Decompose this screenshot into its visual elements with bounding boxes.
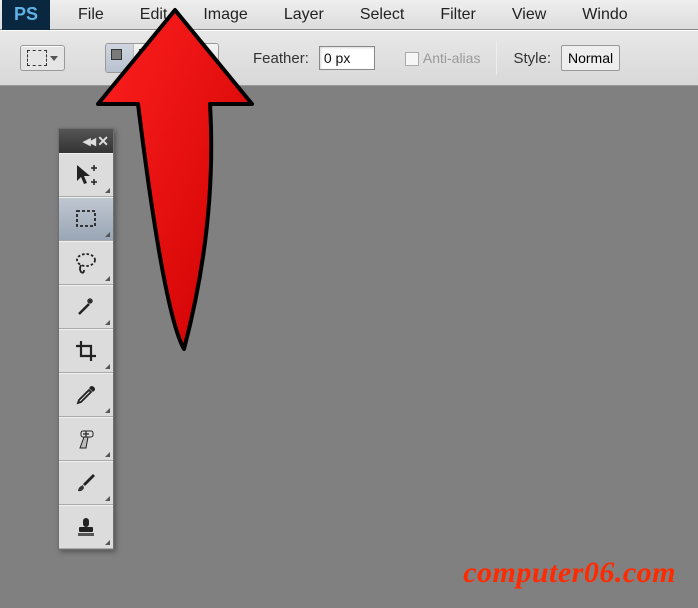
tool-flyout-icon: [105, 320, 110, 325]
eyedropper-tool[interactable]: [59, 373, 113, 417]
menu-window[interactable]: Windo: [564, 0, 645, 29]
menu-bar: PS File Edit Image Layer Select Filter V…: [0, 0, 698, 30]
menu-layer[interactable]: Layer: [266, 0, 342, 29]
tool-flyout-icon: [105, 452, 110, 457]
style-value: Normal: [568, 50, 613, 66]
selection-new-button[interactable]: [106, 44, 134, 72]
move-tool[interactable]: [59, 153, 113, 197]
antialias-label: Anti-alias: [423, 50, 481, 66]
menu-file[interactable]: File: [60, 0, 122, 29]
stamp-tool[interactable]: [59, 505, 113, 549]
antialias-checkbox: Anti-alias: [405, 50, 481, 66]
menu-select[interactable]: Select: [342, 0, 422, 29]
lasso-tool[interactable]: [59, 241, 113, 285]
menu-image[interactable]: Image: [185, 0, 265, 29]
selection-intersect-button[interactable]: [190, 44, 218, 72]
feather-input[interactable]: [319, 46, 375, 70]
menu-view[interactable]: View: [494, 0, 564, 29]
watermark-text: computer06.com: [463, 556, 676, 590]
tool-preset-button[interactable]: [20, 45, 65, 71]
tool-flyout-icon: [105, 364, 110, 369]
menu-filter[interactable]: Filter: [422, 0, 494, 29]
divider: [496, 41, 497, 75]
crop-tool[interactable]: [59, 329, 113, 373]
selection-mode-group: [105, 43, 219, 73]
selection-add-button[interactable]: [134, 44, 162, 72]
tools-panel: ◀◀ ✕: [58, 128, 114, 550]
healing-brush-tool[interactable]: [59, 417, 113, 461]
close-icon[interactable]: ✕: [97, 133, 109, 150]
magic-wand-tool[interactable]: [59, 285, 113, 329]
style-label: Style:: [513, 50, 551, 67]
selection-subtract-button[interactable]: [162, 44, 190, 72]
tool-flyout-icon: [105, 232, 110, 237]
brush-tool[interactable]: [59, 461, 113, 505]
marquee-tool[interactable]: [59, 197, 113, 241]
menu-edit[interactable]: Edit: [122, 0, 186, 29]
tool-flyout-icon: [105, 540, 110, 545]
feather-label: Feather:: [253, 50, 309, 67]
marquee-icon: [27, 50, 47, 66]
tools-panel-header[interactable]: ◀◀ ✕: [59, 129, 113, 153]
dropdown-icon: [50, 56, 58, 61]
collapse-icon[interactable]: ◀◀: [82, 135, 93, 148]
tool-flyout-icon: [105, 188, 110, 193]
style-select[interactable]: Normal: [561, 45, 620, 71]
checkbox-icon: [405, 52, 419, 66]
tool-flyout-icon: [105, 408, 110, 413]
options-bar: Feather: Anti-alias Style: Normal: [0, 30, 698, 86]
tool-flyout-icon: [105, 496, 110, 501]
tool-flyout-icon: [105, 276, 110, 281]
app-logo: PS: [2, 0, 50, 30]
